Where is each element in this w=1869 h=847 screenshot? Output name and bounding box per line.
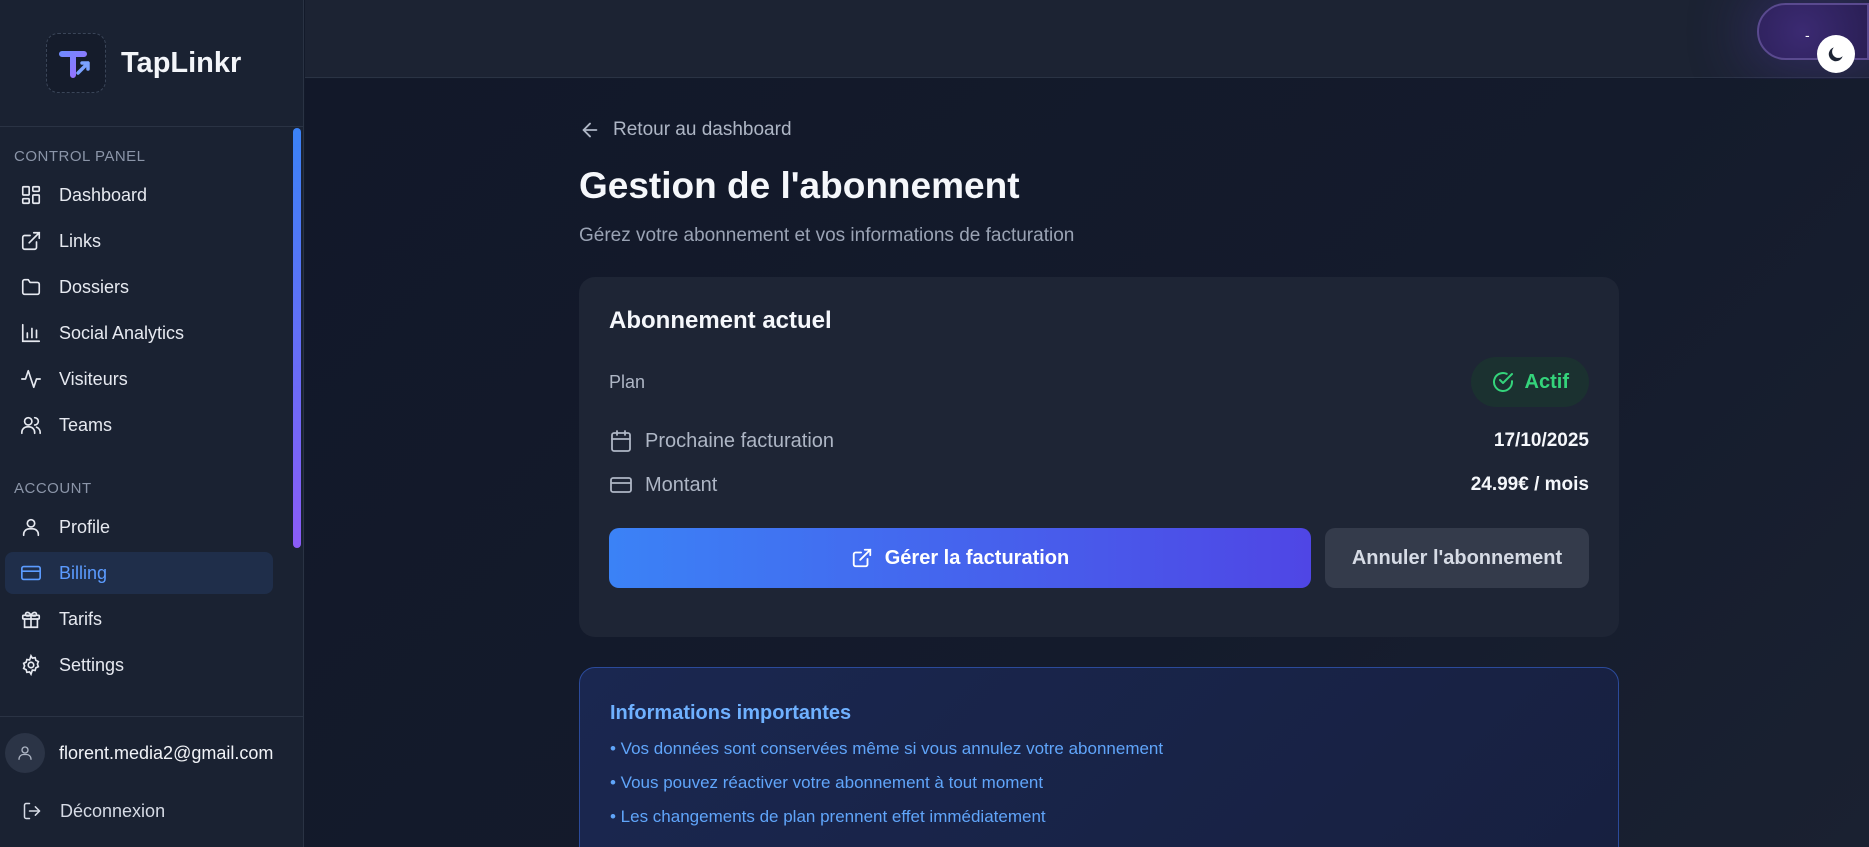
next-billing-label: Prochaine facturation (645, 429, 835, 452)
sidebar-item-social-analytics[interactable]: Social Analytics (5, 312, 273, 354)
sidebar: TapLinkr CONTROL PANEL Dashboard Links D… (0, 0, 304, 847)
section-label-control-panel: CONTROL PANEL (14, 147, 146, 165)
amount-value: 24.99€ / mois (1470, 474, 1589, 495)
activity-icon (19, 367, 43, 391)
amount-row: Montant 24.99€ / mois (609, 463, 1589, 507)
sidebar-item-links[interactable]: Links (5, 220, 273, 262)
brand-name: TapLinkr (121, 46, 242, 79)
content-container: Retour au dashboard Gestion de l'abonnem… (579, 79, 1619, 847)
page-subtitle: Gérez votre abonnement et vos informatio… (579, 225, 1075, 246)
user-icon (19, 515, 43, 539)
sidebar-item-settings[interactable]: Settings (5, 644, 273, 686)
avatar (5, 733, 45, 773)
arrow-left-icon (579, 119, 601, 141)
logout-label: Déconnexion (60, 800, 166, 821)
sidebar-item-label: Dashboard (59, 184, 148, 205)
plan-row: Plan Actif (609, 357, 1589, 407)
sidebar-item-visiteurs[interactable]: Visiteurs (5, 358, 273, 400)
credit-card-icon (609, 473, 633, 497)
logout-button[interactable]: Déconnexion (0, 789, 303, 833)
sidebar-item-dossiers[interactable]: Dossiers (5, 266, 273, 308)
next-billing-value: 17/10/2025 (1493, 430, 1589, 451)
notice-title: Informations importantes (610, 702, 852, 724)
amount-label-group: Montant (609, 473, 717, 497)
sidebar-item-label: Social Analytics (59, 322, 185, 343)
cancel-subscription-button[interactable]: Annuler l'abonnement (1325, 528, 1589, 588)
next-billing-label-group: Prochaine facturation (609, 429, 834, 453)
users-icon (19, 413, 43, 437)
moon-icon (1817, 35, 1855, 73)
sidebar-item-billing[interactable]: Billing (5, 552, 273, 594)
brand[interactable]: TapLinkr (0, 0, 303, 127)
sidebar-item-label: Tarifs (59, 608, 103, 629)
folder-icon (19, 275, 43, 299)
manage-billing-label: Gérer la facturation (884, 546, 1070, 569)
sidebar-item-label: Billing (59, 562, 108, 583)
logout-icon (22, 801, 42, 821)
sidebar-item-label: Links (59, 230, 102, 251)
notice-item: • Vous pouvez réactiver votre abonnement… (610, 773, 1044, 792)
taplinkr-logo-icon (46, 33, 106, 93)
calendar-icon (609, 429, 633, 453)
manage-billing-button[interactable]: Gérer la facturation (609, 528, 1311, 588)
credit-card-icon (19, 561, 43, 585)
dashboard-icon (19, 183, 43, 207)
important-info-panel: Informations importantes • Vos données s… (579, 667, 1619, 847)
sidebar-item-label: Dossiers (59, 276, 130, 297)
theme-toggle[interactable]: - (1757, 3, 1869, 73)
gear-icon (19, 653, 43, 677)
section-label-account: ACCOUNT (14, 479, 92, 497)
sidebar-item-tarifs[interactable]: Tarifs (5, 598, 273, 640)
sidebar-footer: florent.media2@gmail.com Déconnexion (0, 716, 303, 847)
main-content: Retour au dashboard Gestion de l'abonnem… (305, 79, 1869, 847)
back-to-dashboard-link[interactable]: Retour au dashboard (579, 119, 1619, 141)
bar-chart-icon (19, 321, 43, 345)
card-title: Abonnement actuel (609, 307, 832, 334)
next-billing-row: Prochaine facturation 17/10/2025 (609, 419, 1589, 463)
sidebar-item-label: Teams (59, 414, 113, 435)
plan-label: Plan (609, 371, 646, 392)
sidebar-nav: CONTROL PANEL Dashboard Links Dossiers S… (0, 128, 303, 716)
status-badge: Actif (1470, 357, 1589, 407)
notice-item: • Les changements de plan prennent effet… (610, 807, 1046, 826)
status-text: Actif (1524, 370, 1569, 393)
topbar: - (305, 0, 1869, 78)
sidebar-item-label: Profile (59, 516, 111, 537)
external-link-icon (851, 547, 873, 569)
gift-icon (19, 607, 43, 631)
page-title: Gestion de l'abonnement (579, 165, 1020, 206)
amount-label: Montant (645, 473, 718, 496)
check-circle-icon (1491, 370, 1515, 394)
subscription-card: Abonnement actuel Plan Actif Prochaine f… (579, 277, 1619, 637)
external-link-icon (19, 229, 43, 253)
sidebar-item-profile[interactable]: Profile (5, 506, 273, 548)
sidebar-item-dashboard[interactable]: Dashboard (5, 174, 273, 216)
user-account[interactable]: florent.media2@gmail.com (0, 717, 303, 789)
card-actions: Gérer la facturation Annuler l'abonnemen… (609, 528, 1589, 588)
back-label: Retour au dashboard (613, 119, 792, 140)
sidebar-item-label: Settings (59, 654, 125, 675)
notice-item: • Vos données sont conservées même si vo… (610, 739, 1164, 758)
theme-toggle-text: - (1805, 27, 1810, 43)
sidebar-item-label: Visiteurs (59, 368, 128, 389)
user-email: florent.media2@gmail.com (59, 742, 274, 763)
sidebar-item-teams[interactable]: Teams (5, 404, 273, 446)
